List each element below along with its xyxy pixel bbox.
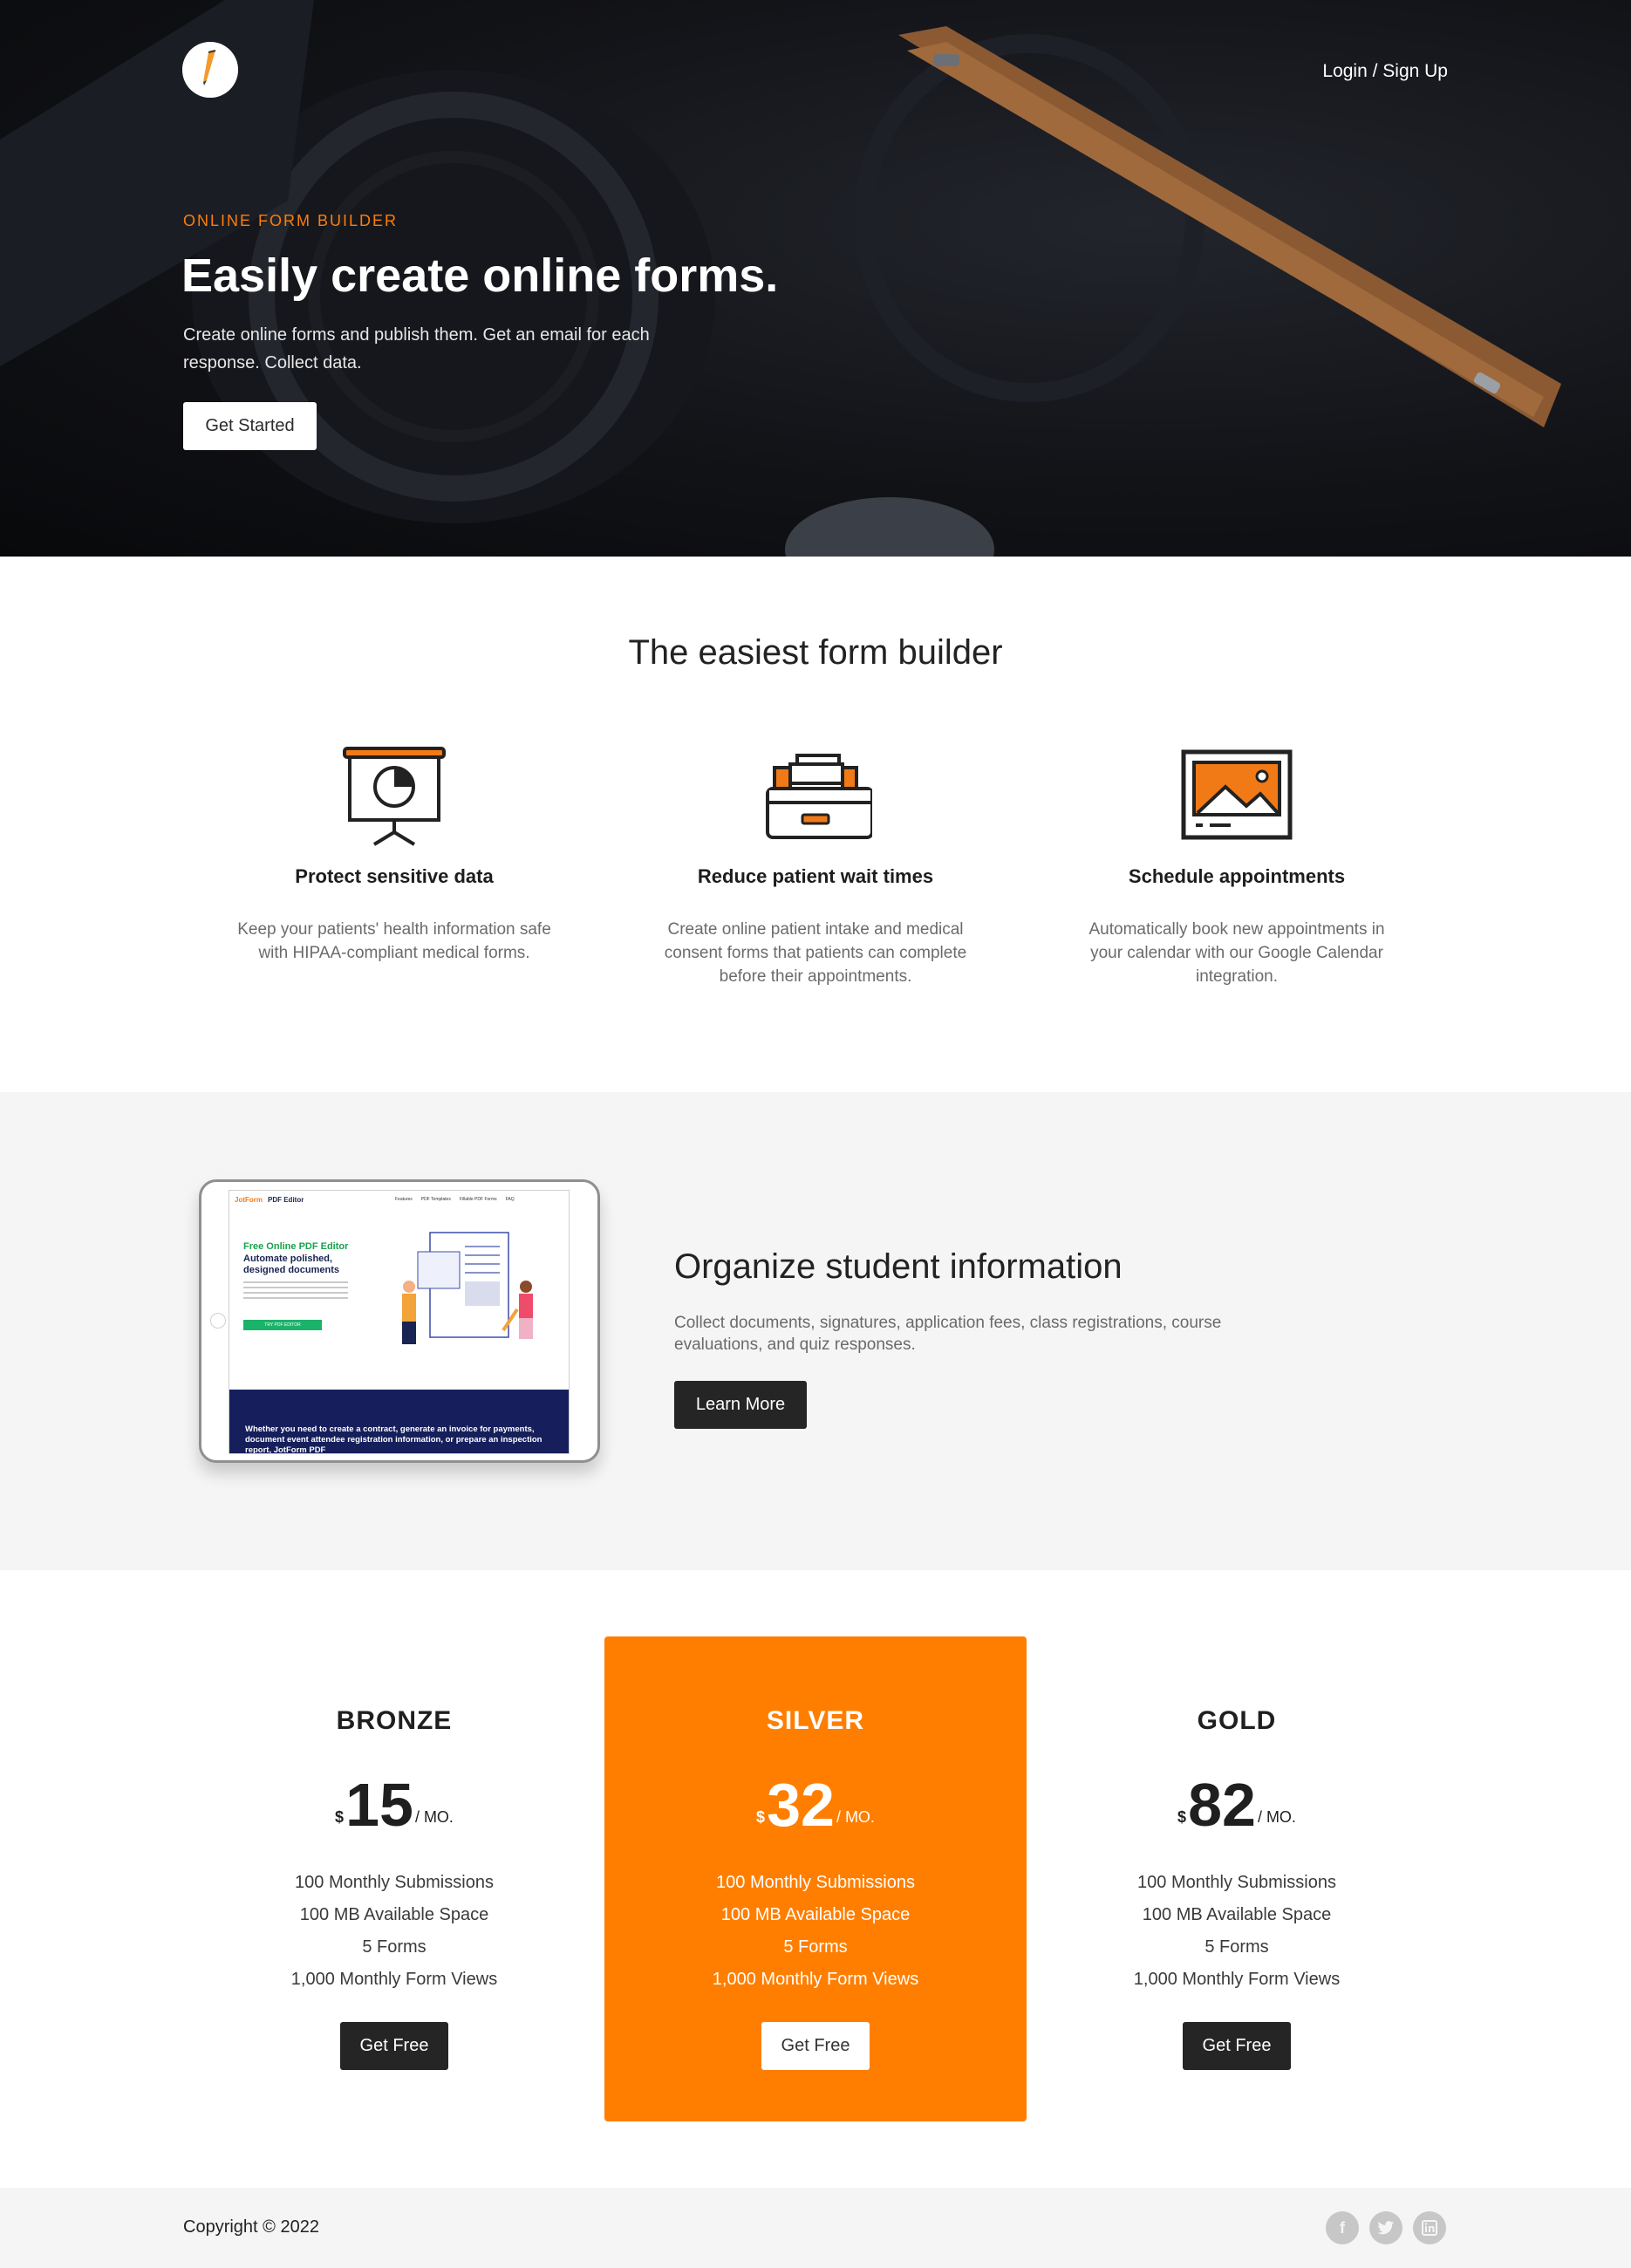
presentation-chart-icon	[338, 741, 451, 846]
plan-feature: 100 Monthly Submissions	[716, 1873, 915, 1892]
tablet-home-button	[210, 1313, 226, 1329]
hero-eyebrow: ONLINE FORM BUILDER	[183, 212, 399, 229]
screenshot-nav: Features PDF Templates Fillable PDF Form…	[395, 1197, 515, 1202]
twitter-icon[interactable]	[1369, 2211, 1402, 2244]
plan-feature: 5 Forms	[362, 1937, 427, 1957]
screenshot-banner: Whether you need to create a contract, g…	[229, 1390, 569, 1454]
feature-protect-data: Protect sensitive data Keep your patient…	[220, 741, 569, 965]
plan-price: $ 82 / MO.	[1026, 1766, 1448, 1835]
price-currency: $	[335, 1808, 345, 1826]
get-free-button-bronze[interactable]: Get Free	[340, 2022, 448, 2070]
get-free-button-gold[interactable]: Get Free	[1183, 2022, 1291, 2070]
footer: Copyright © 2022 f	[0, 2188, 1631, 2268]
plan-feature: 1,000 Monthly Form Views	[290, 1970, 498, 1989]
screenshot-nav-item: PDF Templates	[420, 1197, 451, 1202]
plan-feature: 100 Monthly Submissions	[295, 1873, 494, 1892]
login-signup-link[interactable]: Login / Sign Up	[1322, 61, 1448, 82]
copyright-text: Copyright © 2022	[183, 2217, 319, 2237]
learn-more-button[interactable]: Learn More	[674, 1381, 807, 1429]
plan-name: SILVER	[766, 1706, 865, 1735]
plan-price: $ 32 / MO.	[604, 1766, 1027, 1835]
plan-price: $ 15 / MO.	[183, 1766, 605, 1835]
plan-features: 100 Monthly Submissions 100 MB Available…	[604, 1867, 1027, 1996]
plan-feature: 100 MB Available Space	[299, 1905, 489, 1924]
price-period: / MO.	[414, 1808, 454, 1826]
screenshot-nav-item: FAQ	[505, 1197, 515, 1202]
hero-subtitle: Create online forms and publish them. Ge…	[183, 325, 650, 372]
price-amount: 32	[767, 1771, 835, 1839]
brand-logo[interactable]	[182, 42, 238, 98]
hero-section: Login / Sign Up ONLINE FORM BUILDER Easi…	[0, 0, 1631, 557]
organize-title: Organize student information	[674, 1247, 1123, 1286]
screenshot-nav-item: Features	[395, 1197, 413, 1202]
plan-name: BRONZE	[336, 1706, 453, 1735]
screenshot-banner-text: Whether you need to create a contract, g…	[245, 1424, 543, 1454]
screenshot-brand: JotForm	[235, 1196, 263, 1204]
features-title: The easiest form builder	[628, 633, 1003, 672]
price-amount: 82	[1188, 1771, 1256, 1839]
screenshot-nav-item: Fillable PDF Forms	[459, 1197, 497, 1202]
plan-feature: 100 MB Available Space	[1142, 1905, 1332, 1924]
hero-title: Easily create online forms.	[181, 249, 779, 302]
plan-feature: 100 Monthly Submissions	[1137, 1873, 1336, 1892]
tablet-mockup: JotForm PDF Editor Features PDF Template…	[199, 1179, 600, 1463]
facebook-icon[interactable]: f	[1326, 2211, 1359, 2244]
screenshot-product: PDF Editor	[268, 1196, 304, 1204]
organize-text: Collect documents, signatures, applicati…	[674, 1314, 1222, 1354]
plan-feature: 5 Forms	[1204, 1937, 1269, 1957]
pricing-plan-silver: SILVER $ 32 / MO. 100 Monthly Submission…	[604, 1636, 1027, 2121]
price-currency: $	[756, 1808, 766, 1826]
screenshot-try-button: TRY PDF EDITOR	[243, 1320, 322, 1330]
feature-reduce-wait: Reduce patient wait times Create online …	[641, 741, 990, 988]
feature-text: Create online patient intake and medical…	[664, 920, 967, 986]
feature-title: Schedule appointments	[1128, 865, 1346, 887]
plan-name: GOLD	[1197, 1706, 1277, 1735]
organize-section: JotForm PDF Editor Features PDF Template…	[0, 1092, 1631, 1570]
feature-schedule: Schedule appointments Automatically book…	[1062, 741, 1411, 988]
linkedin-icon[interactable]	[1413, 2211, 1446, 2244]
feature-title: Reduce patient wait times	[697, 865, 934, 887]
screenshot-body-lines	[243, 1281, 348, 1301]
plan-feature: 1,000 Monthly Form Views	[712, 1970, 919, 1989]
get-free-button-silver[interactable]: Get Free	[761, 2022, 870, 2070]
pencil-logo-icon	[182, 42, 238, 98]
pdf-editor-screenshot: JotForm PDF Editor Features PDF Template…	[229, 1190, 570, 1454]
pricing-plan-gold: GOLD $ 82 / MO. 100 Monthly Submissions …	[1026, 1636, 1448, 2121]
screenshot-headline: Automate polished, designed documents	[243, 1254, 340, 1275]
plan-feature: 100 MB Available Space	[720, 1905, 911, 1924]
price-currency: $	[1177, 1808, 1187, 1826]
get-started-button[interactable]: Get Started	[183, 402, 317, 450]
price-period: / MO.	[836, 1808, 875, 1826]
image-frame-icon	[1180, 741, 1293, 846]
screenshot-headline-accent: Free Online PDF Editor	[243, 1241, 349, 1252]
feature-text: Automatically book new appointments in y…	[1088, 920, 1385, 986]
pricing-plan-bronze: BRONZE $ 15 / MO. 100 Monthly Submission…	[183, 1636, 605, 2121]
price-amount: 15	[345, 1771, 413, 1839]
plan-features: 100 Monthly Submissions 100 MB Available…	[1026, 1867, 1448, 1996]
feature-title: Protect sensitive data	[295, 865, 494, 887]
plan-features: 100 Monthly Submissions 100 MB Available…	[183, 1867, 605, 1996]
screenshot-illustration	[402, 1232, 533, 1344]
price-period: / MO.	[1257, 1808, 1296, 1826]
inbox-tray-icon	[759, 741, 874, 846]
plan-feature: 5 Forms	[783, 1937, 848, 1957]
plan-feature: 1,000 Monthly Form Views	[1133, 1970, 1341, 1989]
feature-text: Keep your patients' health information s…	[237, 920, 551, 962]
